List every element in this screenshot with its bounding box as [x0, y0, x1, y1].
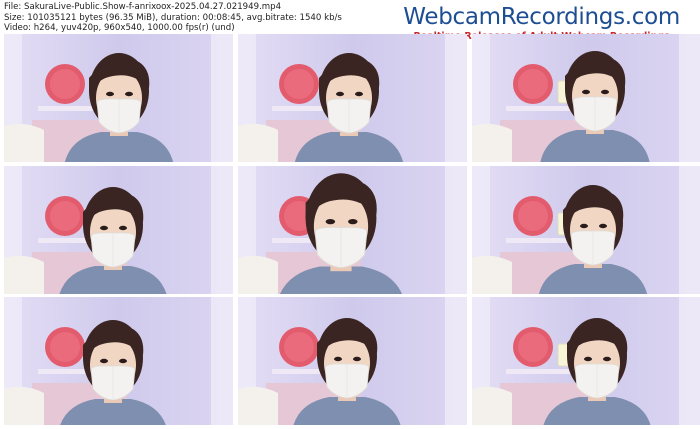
video-frame-thumbnail [4, 165, 233, 294]
video-codec-line: Video: h264, yuv420p, 960x540, 1000.00 f… [4, 23, 235, 34]
file-size-line: Size: 101035121 bytes (96.35 MiB), durat… [4, 12, 342, 23]
video-frame-thumbnail [472, 34, 700, 162]
video-frame-thumbnail [472, 297, 700, 425]
video-frame-thumbnail [238, 297, 467, 425]
file-info: File: SakuraLive-Public.Show-f-anrixoox-… [4, 2, 342, 34]
brand-title: WebcamRecordings.com [403, 4, 680, 30]
video-frame-thumbnail [472, 165, 700, 294]
video-frame-thumbnail [238, 165, 467, 294]
video-frame-thumbnail [238, 34, 467, 162]
video-frame-thumbnail [4, 297, 233, 425]
file-name-line: File: SakuraLive-Public.Show-f-anrixoox-… [4, 2, 282, 12]
thumbnail-grid [4, 34, 700, 425]
video-frame-thumbnail [4, 34, 233, 162]
